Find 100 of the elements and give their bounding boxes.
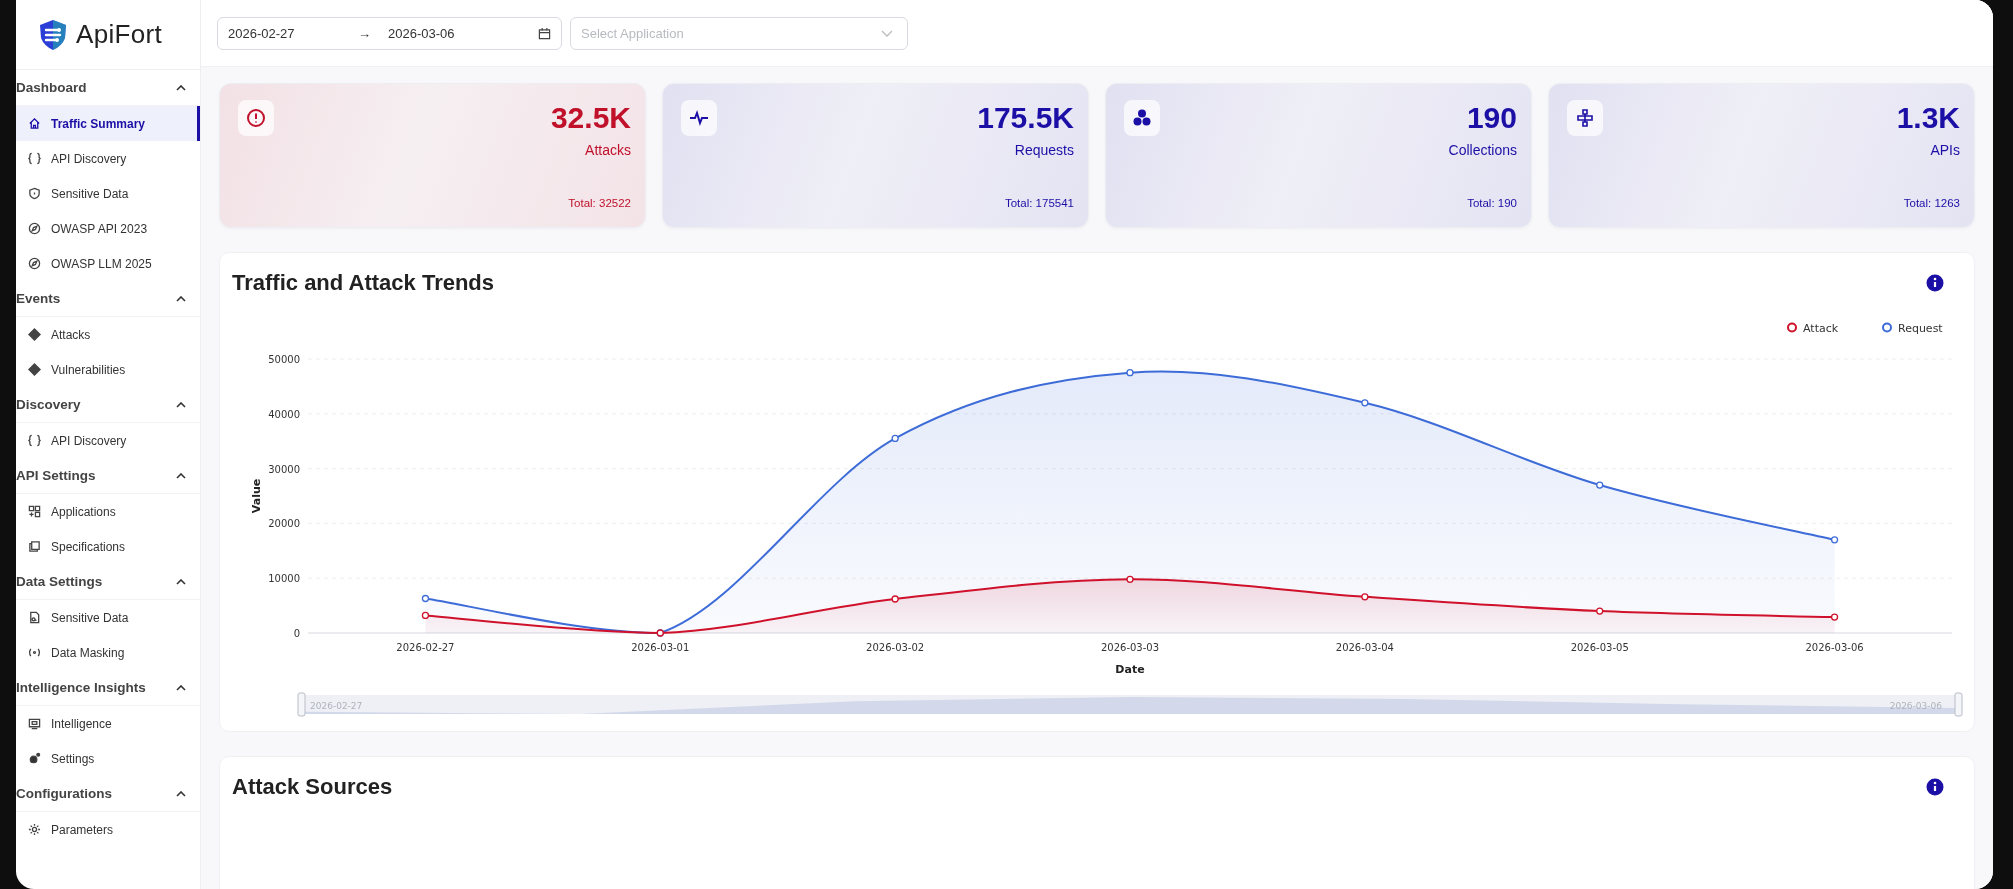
y-tick-label: 50000 [268,354,300,365]
sidebar-item[interactable]: API Discovery [16,423,200,458]
cog-icon [28,823,41,836]
x-tick-label: 2026-03-02 [866,642,925,653]
data-point [421,594,430,603]
data-point [1596,481,1604,489]
caret-icon [176,472,186,479]
slider-handle[interactable] [1954,692,1963,717]
sidebar-item[interactable]: Specifications [16,529,200,564]
braces-icon [28,152,41,165]
panel-title: Attack Sources [232,774,393,800]
cross-link-icon [1575,108,1595,128]
slider-label: 2026-02-27 [310,701,363,711]
stat-total: Total: 190 [1467,197,1517,209]
compass-icon [28,222,41,235]
sidebar-item[interactable]: Vulnerabilities [16,352,200,387]
sidebar-item[interactable]: OWASP LLM 2025 [16,246,200,281]
data-point [1126,575,1134,583]
legend-label[interactable]: Request [1898,322,1943,335]
data-point [891,595,899,603]
y-tick-label: 40000 [268,408,300,420]
diamond-icon [28,363,41,376]
stat-label: Requests [1014,142,1074,158]
x-tick-label: 2026-03-05 [1570,642,1629,653]
sidebar-item[interactable]: Parameters [16,812,200,847]
info-icon[interactable] [1926,778,1944,796]
file-icon [28,611,41,624]
x-tick-label: 2026-03-01 [631,642,690,653]
sidebar-section-header[interactable]: Data Settings [16,564,200,600]
stat-total: Total: 1263 [1903,197,1960,209]
signal-icon [28,646,41,659]
shield-icon [28,187,41,200]
x-tick-label: 2026-03-04 [1335,642,1394,653]
sidebar-item[interactable]: Sensitive Data [16,176,200,211]
legend-marker [1882,322,1892,333]
caret-icon [176,684,186,691]
sidebar-section-header[interactable]: Intelligence Insights [16,670,200,706]
dots-cluster-icon [1132,108,1152,128]
compass-icon [28,257,41,270]
diamond-icon [28,328,41,341]
stat-label: Attacks [585,142,631,158]
sidebar-item[interactable]: Intelligence [16,706,200,741]
grid-icon [28,505,41,518]
caret-icon [176,790,186,797]
sidebar-item[interactable]: Traffic Summary [16,106,200,141]
legend-label[interactable]: Attack [1803,322,1839,335]
sidebar-item[interactable]: API Discovery [16,141,200,176]
alert-circle-icon [246,108,266,128]
zoom-slider[interactable] [304,695,1956,714]
y-tick-label: 30000 [268,463,300,475]
sidebar-section-header[interactable]: API Settings [16,458,200,494]
copy-icon [28,540,41,553]
stat-label: APIs [1930,142,1960,158]
stat-value: 175.5K [977,100,1074,136]
slider-label: 2026-03-06 [1889,701,1942,711]
info-icon[interactable] [1926,274,1944,292]
sidebar-item[interactable]: Settings [16,741,200,776]
data-point [1361,399,1369,407]
braces-icon [28,434,41,447]
data-point [1361,593,1369,601]
stat-total: Total: 175541 [1004,197,1074,209]
sidebar-section-header[interactable]: Events [16,281,200,317]
chevron-down-icon [881,29,893,37]
date-range-field[interactable]: 2026-02-27 → 2026-03-06 [217,16,562,50]
pulse-icon [689,108,709,128]
caret-icon [176,401,186,408]
x-tick-label: 2026-03-06 [1805,642,1864,653]
stat-total: Total: 32522 [568,197,631,209]
data-point [1596,607,1604,615]
stat-value: 190 [1466,100,1517,136]
y-axis-title: Value [250,478,263,514]
stat-label: Collections [1448,142,1517,158]
y-tick-label: 0 [293,628,300,639]
data-point [891,434,899,443]
y-tick-label: 10000 [268,573,300,585]
x-tick-label: 2026-02-27 [396,642,455,653]
stat-value: 32.5K [550,100,631,136]
caret-icon [176,578,186,585]
sidebar-item[interactable]: Attacks [16,317,200,352]
stat-value: 1.3K [1896,100,1960,136]
shield-logo-icon [38,18,68,51]
x-axis-title: Date [1115,663,1145,676]
sidebar-item[interactable]: Data Masking [16,635,200,670]
panel-title: Traffic and Attack Trends [232,270,495,296]
sidebar-item[interactable]: Sensitive Data [16,600,200,635]
slider-handle[interactable] [297,692,306,717]
x-tick-label: 2026-03-03 [1100,642,1160,653]
screen-icon [28,717,41,730]
y-tick-label: 20000 [268,518,300,530]
sidebar-section-header[interactable]: Configurations [16,776,200,812]
app-logo-text: ApiFort [76,19,162,50]
caret-icon [176,84,186,91]
sidebar-item[interactable]: Applications [16,494,200,529]
calendar-icon [538,26,551,40]
data-point [1830,613,1839,621]
data-point [1126,369,1134,377]
sidebar-item[interactable]: OWASP API 2023 [16,211,200,246]
legend-marker [1787,322,1797,333]
sidebar-section-header[interactable]: Discovery [16,387,200,423]
data-point [1830,536,1839,544]
